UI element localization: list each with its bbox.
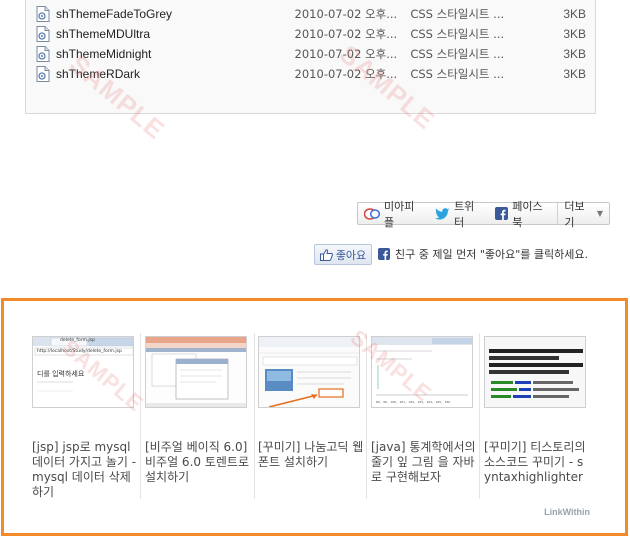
related-post-item[interactable]: delete_form.jsp http://localhost/Study/d… [32,336,138,500]
related-post-item[interactable]: [비주얼 베이직 6.0] 비주얼 6.0 토렌트로 설치하기 [145,336,251,485]
css-file-icon [36,46,50,62]
file-date: 2010-07-02 오후... [294,47,398,61]
share-facebook-label: 페이스북 [512,199,543,229]
file-name: shThemeFadeToGrey [56,7,173,21]
file-date: 2010-07-02 오후... [294,67,398,81]
item-divider [140,333,141,499]
share-more-button[interactable]: 더보기 ▼ [558,198,609,230]
svg-text:89, 90, 100, 101, 102, 103, 10: 89, 90, 100, 101, 102, 103, 104, 105, 10… [376,400,450,404]
file-type: CSS 스타일시트 ... [410,47,505,61]
related-post-title[interactable]: [java] 통계학에서의 줄기 잎 그림 을 자바로 구현해보자 [371,440,477,485]
file-type: CSS 스타일시트 ... [410,7,505,21]
css-file-icon [36,6,50,22]
related-post-item[interactable]: [꾸미기] 나눔고딕 웹 폰트 설치하기 [258,336,364,470]
related-post-title[interactable]: [꾸미기] 나눔고딕 웹 폰트 설치하기 [258,440,364,470]
related-post-thumbnail[interactable]: 89, 90, 100, 101, 102, 103, 104, 105, 10… [371,336,473,408]
related-post-item[interactable]: [꾸미기] 티스토리의 소스코드 꾸미기 - syntaxhighlighter [484,336,590,485]
share-twitter-button[interactable]: 트위터 [429,200,489,229]
me2day-icon [364,207,380,221]
file-row[interactable]: shThemeMidnight 2010-07-02 오후... CSS 스타일… [36,44,586,64]
file-type: CSS 스타일시트 ... [410,67,505,81]
share-facebook-button[interactable]: 페이스북 [489,200,557,229]
file-name: shThemeMidnight [56,47,152,61]
linkwithin-brand[interactable]: LinkWithin [544,507,590,517]
facebook-icon [495,207,509,220]
file-date: 2010-07-02 오후... [294,7,398,21]
item-divider [254,333,255,499]
related-post-title[interactable]: [jsp] jsp로 mysql 데이터 가지고 놀기 - mysql 데이터 … [32,440,138,500]
like-prompt-text: 친구 중 제일 먼저 "좋아요"를 클릭하세요. [395,248,589,261]
file-name: shThemeMDUltra [56,27,151,41]
related-post-thumbnail[interactable]: delete_form.jsp http://localhost/Study/d… [32,336,134,408]
file-size: 3KB [563,27,586,41]
related-post-thumbnail[interactable] [484,336,586,408]
thumbs-up-icon [319,248,333,261]
item-divider [366,333,367,499]
file-size: 3KB [563,67,586,81]
file-row[interactable]: shThemeRDark 2010-07-02 오후... CSS 스타일시트 … [36,64,586,84]
thumbnail-tab-text: delete_form.jsp [60,338,95,343]
share-bar: 미아피플 트위터 페이스북 더보기 ▼ [357,200,610,229]
related-post-thumbnail[interactable] [145,336,247,408]
facebook-like-button[interactable]: 좋아요 [314,244,372,265]
share-twitter-label: 트위터 [454,199,475,229]
css-file-icon [36,66,50,82]
css-file-icon [36,26,50,42]
file-date: 2010-07-02 오후... [294,27,398,41]
like-prompt: 친구 중 제일 먼저 "좋아요"를 클릭하세요. [378,246,588,262]
file-type: CSS 스타일시트 ... [410,27,505,41]
related-post-title[interactable]: [꾸미기] 티스토리의 소스코드 꾸미기 - syntaxhighlighter [484,440,590,485]
caret-down-icon: ▼ [596,209,603,218]
item-divider [479,333,480,499]
share-more-label: 더보기 [564,199,585,229]
linkwithin-related-posts: delete_form.jsp http://localhost/Study/d… [1,298,628,536]
related-post-title[interactable]: [비주얼 베이직 6.0] 비주얼 6.0 토렌트로 설치하기 [145,440,251,485]
thumbnail-url-text: http://localhost/Study/delete_form.jsp [37,349,122,354]
file-name: shThemeRDark [56,67,141,81]
file-row[interactable]: shThemeFadeToGrey 2010-07-02 오후... CSS 스… [36,4,586,24]
related-post-item[interactable]: 89, 90, 100, 101, 102, 103, 104, 105, 10… [371,336,477,485]
file-size: 3KB [563,7,586,21]
facebook-icon [378,248,390,260]
share-me2day-label: 미아피플 [384,199,415,229]
related-post-thumbnail[interactable] [258,336,360,408]
thumbnail-body-text: 디를 입력하세요 [37,370,85,378]
file-size: 3KB [563,47,586,61]
file-row[interactable]: shThemeMDUltra 2010-07-02 오후... CSS 스타일시… [36,24,586,44]
file-list-panel: shThemeFadeToGrey 2010-07-02 오후... CSS 스… [25,0,596,114]
share-me2day-button[interactable]: 미아피플 [358,200,429,229]
twitter-bird-icon [435,207,450,220]
like-button-label: 좋아요 [335,248,367,262]
